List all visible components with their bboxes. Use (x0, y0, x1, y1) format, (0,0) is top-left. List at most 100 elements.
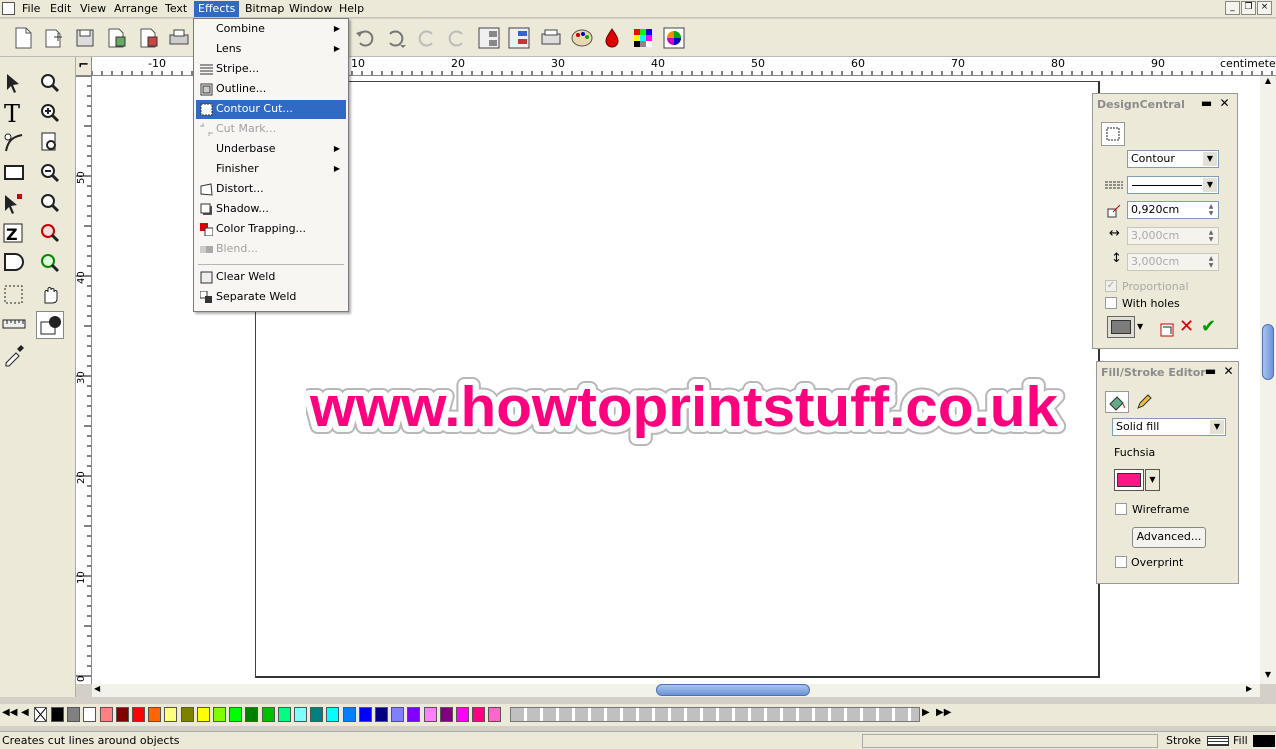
palette-swatch[interactable] (326, 707, 340, 722)
menu-item-finisher[interactable]: Finisher ▶ (196, 160, 346, 179)
palette-last-icon[interactable]: ▶▶ (936, 707, 951, 718)
eyedropper-tool-icon[interactable] (0, 341, 28, 369)
bezier-tool-icon[interactable] (0, 129, 28, 157)
pattern-swatches[interactable] (510, 707, 920, 722)
menu-view[interactable]: View (76, 1, 110, 17)
palette-swatch[interactable] (67, 707, 81, 722)
palette-swatch[interactable] (488, 707, 502, 722)
contour-mode-select[interactable]: Contour ▼ (1127, 150, 1219, 168)
palette-swatch[interactable] (310, 707, 324, 722)
menu-item-lens[interactable]: Lens ▶ (196, 40, 346, 59)
menu-item-clear-weld[interactable]: Clear Weld (196, 268, 346, 287)
export-icon[interactable] (136, 25, 162, 51)
palette-swatch[interactable] (148, 707, 162, 722)
panel-minimize-button[interactable]: ▬ (1200, 97, 1213, 110)
vertical-scroll-thumb[interactable] (1262, 324, 1274, 380)
shape-tool-icon[interactable] (0, 249, 28, 277)
chevron-down-icon[interactable]: ▼ (1145, 469, 1160, 491)
node-edit-tool-icon[interactable] (0, 189, 28, 217)
fill-swatch[interactable] (1253, 735, 1275, 747)
restore-button[interactable]: ❐ (1241, 1, 1256, 15)
zoom-window-icon[interactable] (36, 69, 64, 97)
menu-help[interactable]: Help (335, 1, 368, 17)
line-style-select[interactable]: ▼ (1127, 176, 1219, 194)
app-icon[interactable] (2, 2, 15, 15)
zoom-fit-icon[interactable] (36, 249, 64, 277)
palette-swatch[interactable] (164, 707, 178, 722)
palette-swatch[interactable] (407, 707, 421, 722)
scroll-up-icon[interactable]: ▲ (1262, 76, 1274, 88)
color-grid-icon[interactable] (630, 25, 656, 51)
save-icon[interactable] (72, 25, 98, 51)
xy-position-icon[interactable] (476, 25, 502, 51)
palette-swatch[interactable] (196, 707, 210, 722)
vertical-ruler[interactable]: 50 40 30 20 10 0 (76, 76, 92, 684)
print-icon[interactable] (166, 25, 192, 51)
advanced-button[interactable]: Advanced... (1132, 527, 1206, 548)
panel-close-button[interactable]: ✕ (1218, 97, 1231, 110)
scroll-left-icon[interactable]: ◀ (94, 684, 106, 696)
scroll-down-icon[interactable]: ▼ (1262, 670, 1274, 682)
cut-color-button[interactable] (1107, 316, 1135, 338)
palette-swatch[interactable] (277, 707, 291, 722)
menu-item-distort[interactable]: Distort... (196, 180, 346, 199)
fill-stroke-tool-icon[interactable] (36, 311, 64, 339)
palette-swatch[interactable] (180, 707, 194, 722)
color-wheel-icon[interactable] (661, 25, 687, 51)
redo-icon[interactable] (414, 25, 440, 51)
pick-tool-icon[interactable] (0, 69, 28, 97)
palette-swatch[interactable] (261, 707, 275, 722)
spinner-icon[interactable]: ▲ ▼ (1205, 203, 1217, 217)
fill-color-button[interactable] (1114, 469, 1144, 491)
crop-tool-icon[interactable] (0, 281, 28, 309)
stroke-pencil-tab-icon[interactable] (1133, 391, 1155, 413)
palette-swatch[interactable] (439, 707, 453, 722)
palette-swatch[interactable] (213, 707, 226, 722)
menu-item-outline[interactable]: Outline... (196, 80, 346, 99)
height-input[interactable]: 3,000cm ▲ ▼ (1127, 253, 1219, 271)
import-icon[interactable] (104, 25, 130, 51)
zoom-out-icon[interactable] (36, 159, 64, 187)
palette-swatch[interactable] (294, 707, 307, 722)
width-input[interactable]: 3,000cm ▲ ▼ (1127, 227, 1219, 245)
zoom-page-icon[interactable] (36, 129, 64, 157)
menu-item-combine[interactable]: Combine ▶ (196, 20, 346, 39)
palette-next-icon[interactable]: ▶ (922, 707, 930, 718)
close-window-button[interactable]: × (1257, 1, 1272, 15)
palette-swatch[interactable] (115, 707, 129, 722)
open-icon[interactable] (40, 25, 66, 51)
stroke-swatch[interactable] (1207, 736, 1229, 746)
palette-swatch[interactable] (456, 707, 469, 722)
menu-window[interactable]: Window (285, 1, 336, 17)
fill-bucket-tab-icon[interactable] (1105, 391, 1129, 413)
palette-swatch[interactable] (423, 707, 437, 722)
menu-bitmap[interactable]: Bitmap (241, 1, 288, 17)
proportional-checkbox[interactable]: ✓ (1105, 280, 1117, 292)
color-drop-icon[interactable] (599, 25, 625, 51)
scroll-right-icon[interactable]: ▶ (1246, 684, 1258, 696)
ruler-origin-icon[interactable]: ⌐ (76, 57, 92, 76)
menu-text[interactable]: Text (161, 1, 191, 17)
palette-swatch[interactable] (99, 707, 113, 722)
panel-minimize-button[interactable]: ▬ (1204, 365, 1217, 378)
zoom-all-icon[interactable] (36, 189, 64, 217)
offset-distance-input[interactable]: 0,920cm ▲ ▼ (1127, 201, 1219, 219)
align-icon[interactable] (506, 25, 532, 51)
menu-edit[interactable]: Edit (46, 1, 75, 17)
palette-icon[interactable] (569, 25, 595, 51)
vertical-scrollbar[interactable]: ▲ ▼ (1260, 76, 1276, 684)
palette-swatch[interactable] (375, 707, 388, 722)
palette-swatch[interactable] (472, 707, 486, 722)
wireframe-checkbox[interactable] (1115, 503, 1127, 515)
contour-cut-tab-icon[interactable] (1101, 122, 1125, 146)
cutter-icon[interactable] (538, 25, 564, 51)
redo-list-icon[interactable] (444, 25, 470, 51)
apply-outline-icon[interactable] (1157, 318, 1177, 341)
fill-type-select[interactable]: Solid fill ▼ (1112, 418, 1226, 436)
menu-item-separate-weld[interactable]: Separate Weld (196, 288, 346, 307)
rectangle-tool-icon[interactable] (0, 159, 28, 187)
menu-item-shadow[interactable]: Shadow... (196, 200, 346, 219)
horizontal-scrollbar[interactable]: ◀ ▶ (92, 684, 1260, 697)
palette-prev-icon[interactable]: ◀ (21, 707, 29, 718)
palette-swatch[interactable] (229, 707, 243, 722)
